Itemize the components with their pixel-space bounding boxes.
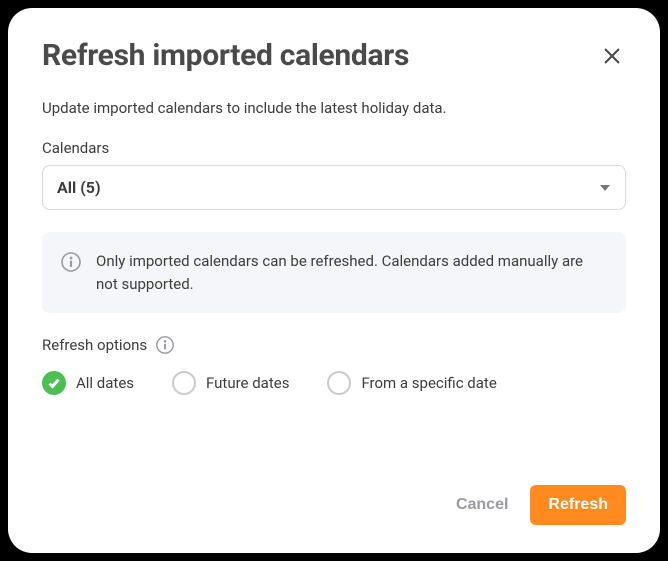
dialog-header: Refresh imported calendars — [42, 38, 626, 73]
refresh-calendars-dialog: Refresh imported calendars Update import… — [8, 8, 660, 553]
radio-label: From a specific date — [361, 374, 496, 392]
radio-label: Future dates — [206, 374, 289, 392]
close-icon — [602, 46, 622, 66]
info-banner-text: Only imported calendars can be refreshed… — [96, 250, 608, 295]
cancel-button[interactable]: Cancel — [456, 496, 508, 514]
close-button[interactable] — [598, 42, 626, 70]
info-icon — [60, 251, 82, 273]
radio-specific-date[interactable]: From a specific date — [327, 371, 496, 395]
radio-unchecked-icon — [327, 371, 351, 395]
dialog-title: Refresh imported calendars — [42, 38, 409, 73]
calendars-select[interactable]: All (5) — [42, 165, 626, 210]
chevron-down-icon — [599, 182, 611, 194]
calendars-select-value: All (5) — [57, 178, 101, 197]
refresh-options-label: Refresh options — [42, 336, 147, 354]
radio-label: All dates — [76, 374, 134, 392]
refresh-options-row: All dates Future dates From a specific d… — [42, 371, 626, 395]
radio-checked-icon — [42, 371, 66, 395]
radio-all-dates[interactable]: All dates — [42, 371, 134, 395]
refresh-options-header: Refresh options — [42, 335, 626, 355]
radio-unchecked-icon — [172, 371, 196, 395]
refresh-button[interactable]: Refresh — [530, 485, 626, 525]
info-banner: Only imported calendars can be refreshed… — [42, 232, 626, 313]
refresh-options-info-icon[interactable] — [155, 335, 175, 355]
dialog-footer: Cancel Refresh — [42, 485, 626, 525]
dialog-description: Update imported calendars to include the… — [42, 99, 626, 117]
calendars-label: Calendars — [42, 139, 626, 157]
radio-future-dates[interactable]: Future dates — [172, 371, 289, 395]
